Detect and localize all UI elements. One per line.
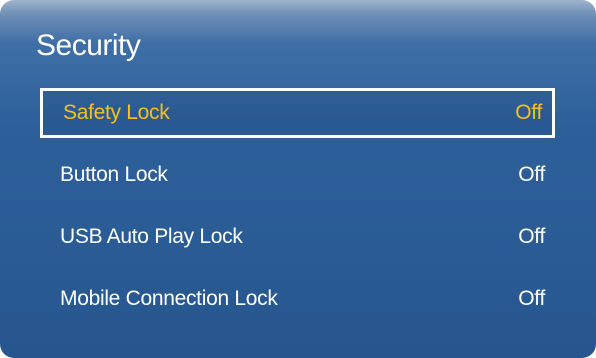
menu-item-mobile-connection-lock[interactable]: Mobile Connection Lock Off [40, 274, 555, 324]
panel-title: Security [36, 29, 141, 62]
menu-item-label: USB Auto Play Lock [60, 225, 243, 248]
menu-item-usb-auto-play-lock[interactable]: USB Auto Play Lock Off [40, 212, 555, 262]
menu-item-label: Button Lock [60, 163, 168, 186]
menu-item-value: Off [518, 163, 545, 186]
security-menu: Safety Lock Off Button Lock Off USB Auto… [40, 88, 555, 330]
menu-item-label: Mobile Connection Lock [60, 287, 278, 310]
menu-item-value: Off [518, 287, 545, 310]
menu-item-button-lock[interactable]: Button Lock Off [40, 150, 555, 200]
menu-item-safety-lock[interactable]: Safety Lock Off [40, 88, 555, 138]
security-panel: Security Safety Lock Off Button Lock Off… [0, 0, 596, 358]
menu-item-label: Safety Lock [63, 101, 170, 124]
menu-item-value: Off [515, 101, 542, 124]
menu-item-value: Off [518, 225, 545, 248]
